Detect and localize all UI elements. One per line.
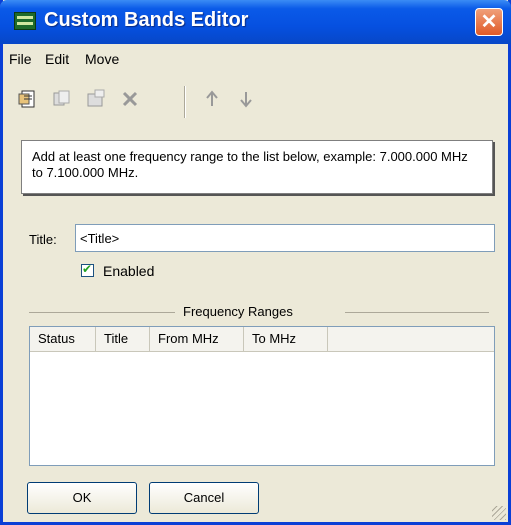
close-button[interactable]: ✕ bbox=[475, 8, 503, 36]
column-from-mhz[interactable]: From MHz bbox=[150, 327, 244, 351]
enabled-checkbox[interactable] bbox=[81, 262, 94, 277]
group-divider-right bbox=[345, 312, 489, 313]
close-icon: ✕ bbox=[480, 11, 498, 33]
info-message: Add at least one frequency range to the … bbox=[21, 140, 493, 194]
copy-icon bbox=[53, 90, 70, 106]
title-label: Title: bbox=[29, 232, 57, 247]
title-bar[interactable]: Custom Bands Editor ✕ bbox=[0, 0, 511, 44]
menu-edit[interactable]: Edit bbox=[45, 51, 69, 67]
new-button[interactable] bbox=[15, 88, 41, 114]
delete-icon bbox=[122, 91, 138, 107]
menu-file[interactable]: File bbox=[9, 51, 32, 67]
title-input[interactable] bbox=[75, 224, 495, 252]
move-up-icon bbox=[206, 90, 218, 106]
move-down-icon bbox=[240, 92, 252, 108]
list-header: Status Title From MHz To MHz bbox=[30, 327, 494, 352]
toolbar bbox=[3, 74, 508, 130]
properties-button[interactable] bbox=[83, 88, 109, 114]
custom-bands-editor-window: Custom Bands Editor ✕ File Edit Move Add… bbox=[0, 0, 511, 525]
frequency-ranges-list[interactable]: Status Title From MHz To MHz bbox=[29, 326, 495, 466]
cancel-button[interactable]: Cancel bbox=[149, 482, 259, 514]
new-icon bbox=[18, 90, 35, 108]
copy-button[interactable] bbox=[49, 88, 75, 114]
group-divider-left bbox=[29, 312, 175, 313]
resize-grip[interactable] bbox=[492, 506, 506, 520]
ok-button[interactable]: OK bbox=[27, 482, 137, 514]
column-to-mhz[interactable]: To MHz bbox=[244, 327, 328, 351]
properties-icon bbox=[87, 89, 105, 107]
window-title: Custom Bands Editor bbox=[44, 9, 249, 31]
column-status[interactable]: Status bbox=[30, 327, 96, 351]
toolbar-separator bbox=[184, 86, 186, 118]
menu-move[interactable]: Move bbox=[85, 51, 119, 67]
move-up-button[interactable] bbox=[199, 88, 225, 114]
frequency-ranges-label: Frequency Ranges bbox=[183, 304, 293, 319]
move-down-button[interactable] bbox=[233, 88, 259, 114]
app-icon bbox=[14, 12, 36, 30]
column-title[interactable]: Title bbox=[96, 327, 150, 351]
delete-button[interactable] bbox=[117, 88, 143, 114]
menu-bar: File Edit Move bbox=[3, 44, 508, 72]
enabled-label: Enabled bbox=[103, 263, 155, 279]
